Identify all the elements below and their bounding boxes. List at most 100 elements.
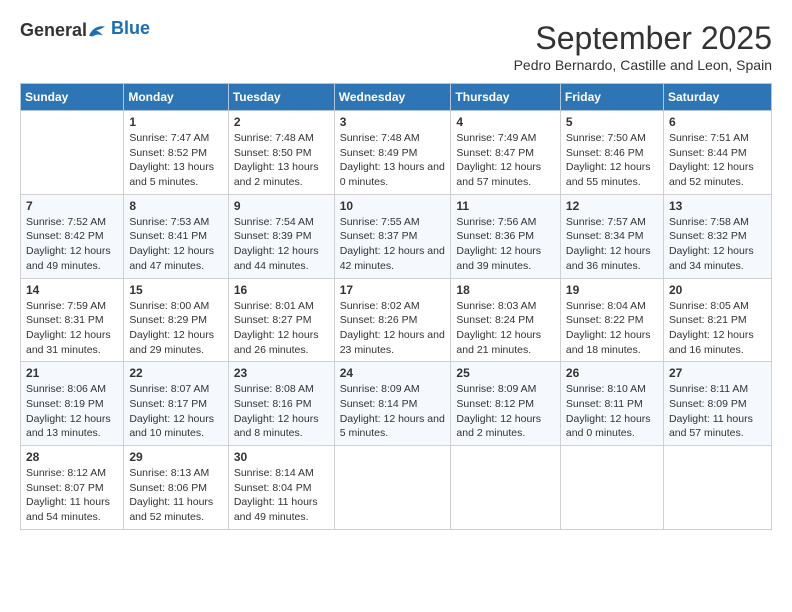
- sunset-text: Sunset: 8:47 PM: [456, 147, 534, 159]
- calendar-week-row: 14 Sunrise: 7:59 AMSunset: 8:31 PMDayligh…: [21, 278, 772, 362]
- day-number: 13: [669, 199, 766, 213]
- sunset-text: Sunset: 8:09 PM: [669, 398, 747, 410]
- day-number: 11: [456, 199, 555, 213]
- weekday-header-tuesday: Tuesday: [228, 84, 334, 111]
- sunrise-text: Sunrise: 7:54 AM: [234, 216, 314, 228]
- day-number: 18: [456, 283, 555, 297]
- calendar-cell: 9Sunrise: 7:54 AMSunset: 8:39 PMDaylight…: [228, 194, 334, 278]
- day-info: Sunrise: 7:53 AMSunset: 8:41 PMDaylight:…: [129, 215, 222, 274]
- title-area: September 2025 Pedro Bernardo, Castille …: [514, 20, 772, 73]
- day-info: Sunrise: 8:04 AMSunset: 8:22 PMDaylight:…: [566, 299, 658, 358]
- calendar-cell: 24 Sunrise: 8:09 AMSunset: 8:14 PMDayligh…: [334, 362, 451, 446]
- day-number: 29: [129, 450, 222, 464]
- day-number: 10: [340, 199, 446, 213]
- day-number: 21: [26, 366, 118, 380]
- day-info: Sunrise: 8:10 AMSunset: 8:11 PMDaylight:…: [566, 382, 658, 441]
- daylight-text: Daylight: 12 hours and 47 minutes.: [129, 245, 214, 272]
- sunset-text: Sunset: 8:41 PM: [129, 230, 207, 242]
- sunset-text: Sunset: 8:44 PM: [669, 147, 747, 159]
- sunset-text: Sunset: 8:27 PM: [234, 314, 312, 326]
- day-number: 3: [340, 115, 446, 129]
- calendar-cell: [334, 446, 451, 530]
- calendar-cell: 11 Sunrise: 7:56 AMSunset: 8:36 PMDayligh…: [451, 194, 561, 278]
- sunset-text: Sunset: 8:52 PM: [129, 147, 207, 159]
- calendar-cell: 6Sunrise: 7:51 AMSunset: 8:44 PMDaylight…: [663, 111, 771, 195]
- weekday-header-saturday: Saturday: [663, 84, 771, 111]
- sunrise-text: Sunrise: 8:07 AM: [129, 383, 209, 395]
- calendar-cell: 21Sunrise: 8:06 AMSunset: 8:19 PMDayligh…: [21, 362, 124, 446]
- sunset-text: Sunset: 8:16 PM: [234, 398, 312, 410]
- calendar-cell: 2Sunrise: 7:48 AMSunset: 8:50 PMDaylight…: [228, 111, 334, 195]
- sunrise-text: Sunrise: 7:50 AM: [566, 132, 646, 144]
- sunset-text: Sunset: 8:24 PM: [456, 314, 534, 326]
- day-info: Sunrise: 7:47 AM Sunset: 8:52 PM Daylight:…: [129, 131, 222, 190]
- day-info: Sunrise: 8:11 AMSunset: 8:09 PMDaylight:…: [669, 382, 766, 441]
- sunset-text: Sunset: 8:21 PM: [669, 314, 747, 326]
- day-info: Sunrise: 7:56 AMSunset: 8:36 PMDaylight:…: [456, 215, 555, 274]
- day-info: Sunrise: 8:02 AMSunset: 8:26 PMDaylight:…: [340, 299, 446, 358]
- calendar-cell: 13Sunrise: 7:58 AMSunset: 8:32 PMDayligh…: [663, 194, 771, 278]
- day-info: Sunrise: 8:08 AMSunset: 8:16 PMDaylight:…: [234, 382, 329, 441]
- daylight-text: Daylight: 12 hours and 55 minutes.: [566, 161, 651, 188]
- day-number: 14: [26, 283, 118, 297]
- daylight-text: Daylight: 12 hours and 5 minutes.: [340, 413, 445, 440]
- calendar-cell: 29Sunrise: 8:13 AMSunset: 8:06 PMDayligh…: [124, 446, 228, 530]
- day-number: 7: [26, 199, 118, 213]
- daylight-text: Daylight: 12 hours and 31 minutes.: [26, 329, 111, 356]
- sunrise-text: Sunrise: 7:57 AM: [566, 216, 646, 228]
- calendar-cell: 10 Sunrise: 7:55 AMSunset: 8:37 PMDayligh…: [334, 194, 451, 278]
- sunset-text: Sunset: 8:19 PM: [26, 398, 104, 410]
- calendar-cell: [663, 446, 771, 530]
- day-number: 19: [566, 283, 658, 297]
- sunset-text: Sunset: 8:11 PM: [566, 398, 643, 410]
- logo: General Blue: [20, 20, 150, 41]
- day-info: Sunrise: 8:00 AMSunset: 8:29 PMDaylight:…: [129, 299, 222, 358]
- sunset-text: Sunset: 8:26 PM: [340, 314, 418, 326]
- calendar-cell: 28Sunrise: 8:12 AMSunset: 8:07 PMDayligh…: [21, 446, 124, 530]
- calendar-cell: 23 Sunrise: 8:08 AMSunset: 8:16 PMDayligh…: [228, 362, 334, 446]
- calendar-cell: 27Sunrise: 8:11 AMSunset: 8:09 PMDayligh…: [663, 362, 771, 446]
- day-number: 25: [456, 366, 555, 380]
- daylight-text: Daylight: 11 hours and 52 minutes.: [129, 496, 213, 523]
- sunrise-text: Sunrise: 8:10 AM: [566, 383, 646, 395]
- day-info: Sunrise: 7:55 AMSunset: 8:37 PMDaylight:…: [340, 215, 446, 274]
- daylight-text: Daylight: 12 hours and 34 minutes.: [669, 245, 754, 272]
- daylight-text: Daylight: 13 hours and 2 minutes.: [234, 161, 319, 188]
- day-number: 24: [340, 366, 446, 380]
- day-info: Sunrise: 7:54 AMSunset: 8:39 PMDaylight:…: [234, 215, 329, 274]
- day-info: Sunrise: 7:59 AMSunset: 8:31 PMDaylight:…: [26, 299, 118, 358]
- day-number: 23: [234, 366, 329, 380]
- day-info: Sunrise: 7:49 AMSunset: 8:47 PMDaylight:…: [456, 131, 555, 190]
- daylight-text: Daylight: 13 hours and 5 minutes.: [129, 161, 214, 188]
- day-info: Sunrise: 8:09 AMSunset: 8:14 PMDaylight:…: [340, 382, 446, 441]
- calendar-cell: 7Sunrise: 7:52 AMSunset: 8:42 PMDaylight…: [21, 194, 124, 278]
- sunrise-text: Sunrise: 8:13 AM: [129, 467, 209, 479]
- sunrise-text: Sunrise: 8:00 AM: [129, 300, 209, 312]
- calendar-week-row: 7 Sunrise: 7:52 AM Sunset: 8:42 PM Daylight…: [21, 194, 772, 278]
- calendar-week-row: 1Sunrise: 7:47 AMSunset: 8:52 PMDaylight…: [21, 111, 772, 195]
- daylight-text: Daylight: 12 hours and 42 minutes.: [340, 245, 445, 272]
- daylight-text: Daylight: 12 hours and 16 minutes.: [669, 329, 754, 356]
- sunrise-text: Sunrise: 8:06 AM: [26, 383, 106, 395]
- sunset-text: Sunset: 8:42 PM: [26, 230, 104, 242]
- weekday-header-monday: Monday: [124, 84, 228, 111]
- sunset-text: Sunset: 8:04 PM: [234, 482, 312, 494]
- sunset-text: Sunset: 8:34 PM: [566, 230, 644, 242]
- day-info: Sunrise: 8:06 AMSunset: 8:19 PMDaylight:…: [26, 382, 118, 441]
- sunrise-text: Sunrise: 7:47 AM: [129, 132, 209, 144]
- weekday-header-wednesday: Wednesday: [334, 84, 451, 111]
- day-info: Sunrise: 8:03 AMSunset: 8:24 PMDaylight:…: [456, 299, 555, 358]
- day-info: Sunrise: 8:12 AMSunset: 8:07 PMDaylight:…: [26, 466, 118, 525]
- sunrise-text: Sunrise: 8:01 AM: [234, 300, 314, 312]
- daylight-text: Daylight: 12 hours and 10 minutes.: [129, 413, 214, 440]
- day-number: 4: [456, 115, 555, 129]
- sunrise-text: Sunrise: 7:48 AM: [340, 132, 420, 144]
- weekday-header-friday: Friday: [560, 84, 663, 111]
- sunrise-text: Sunrise: 8:03 AM: [456, 300, 536, 312]
- logo-general: General: [20, 20, 87, 41]
- sunrise-text: Sunrise: 7:59 AM: [26, 300, 106, 312]
- sunset-text: Sunset: 8:36 PM: [456, 230, 534, 242]
- main-title: September 2025: [514, 20, 772, 57]
- calendar-cell: 19 Sunrise: 8:04 AMSunset: 8:22 PMDayligh…: [560, 278, 663, 362]
- sunrise-text: Sunrise: 7:52 AM: [26, 216, 106, 228]
